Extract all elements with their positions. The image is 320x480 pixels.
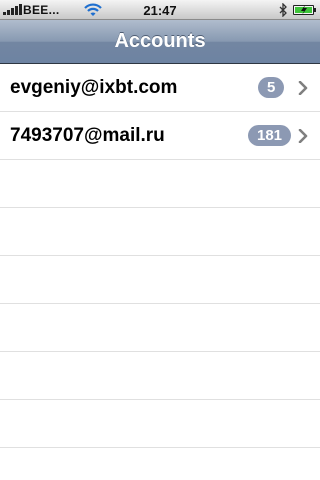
empty-row bbox=[0, 160, 320, 208]
battery-charging-icon bbox=[293, 5, 316, 15]
account-row[interactable]: 7493707@mail.ru 181 bbox=[0, 112, 320, 160]
status-bar: BEE... 21:47 bbox=[0, 0, 320, 20]
empty-row bbox=[0, 304, 320, 352]
empty-row bbox=[0, 400, 320, 448]
chevron-right-icon bbox=[298, 81, 308, 95]
empty-row bbox=[0, 352, 320, 400]
chevron-right-icon bbox=[298, 129, 308, 143]
empty-row bbox=[0, 256, 320, 304]
unread-count-badge: 181 bbox=[248, 125, 292, 146]
account-row[interactable]: evgeniy@ixbt.com 5 bbox=[0, 64, 320, 112]
account-email: 7493707@mail.ru bbox=[10, 125, 165, 146]
unread-count-badge: 5 bbox=[258, 77, 285, 98]
empty-row bbox=[0, 208, 320, 256]
page-title: Accounts bbox=[114, 30, 206, 52]
navigation-bar: Accounts bbox=[0, 20, 320, 64]
accounts-table: evgeniy@ixbt.com 5 7493707@mail.ru 181 bbox=[0, 64, 320, 480]
account-email: evgeniy@ixbt.com bbox=[10, 77, 178, 98]
status-time: 21:47 bbox=[143, 3, 177, 18]
bluetooth-icon bbox=[279, 3, 287, 17]
